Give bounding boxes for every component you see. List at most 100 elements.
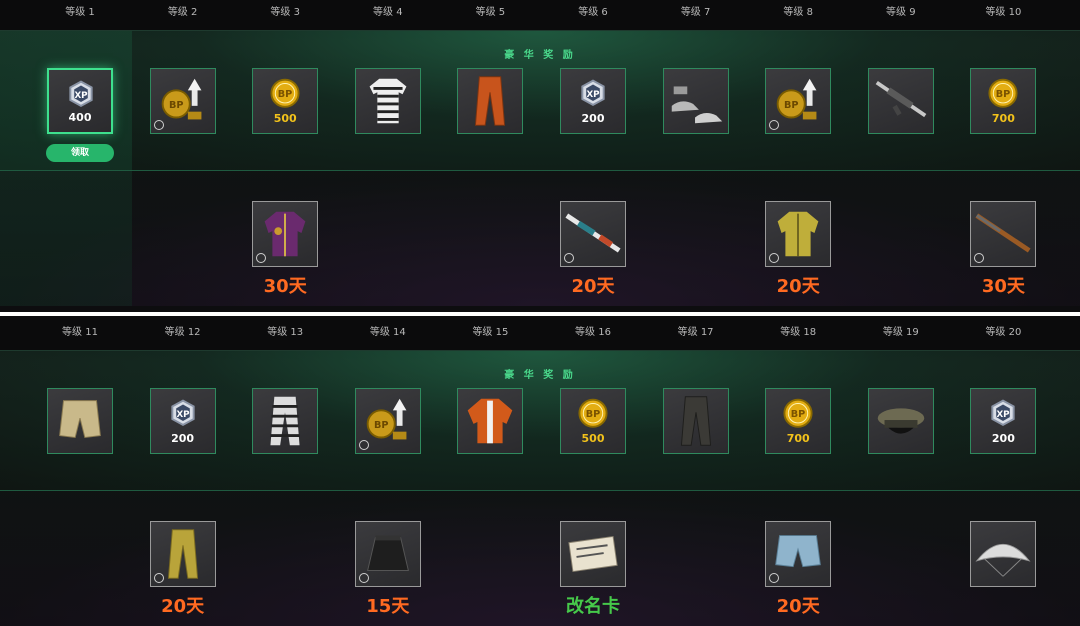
svg-text:XP: XP	[74, 91, 88, 101]
reward-amount: 500	[581, 432, 605, 445]
battle-pass-panel-1: 等级 1 等级 2 等级 3 等级 4 等级 5 等级 6 等级 7 等级 8 等级 9 等级 1…	[0, 0, 1080, 306]
svg-text:BP: BP	[374, 420, 388, 431]
svg-text:BP: BP	[586, 409, 600, 420]
duration-label: 15天	[366, 596, 410, 617]
timer-icon	[153, 573, 164, 583]
premium-reward-tile[interactable]: XP 200	[970, 388, 1037, 454]
timer-icon	[358, 573, 369, 583]
level-label: 等级 4	[373, 7, 403, 18]
level-label: 等级 9	[886, 7, 916, 18]
reward-amount: 700	[991, 112, 1015, 125]
premium-reward-tile[interactable]: XP 200	[560, 68, 626, 134]
timer-icon	[358, 440, 369, 450]
svg-text:XP: XP	[586, 90, 600, 100]
svg-text:BP: BP	[278, 89, 292, 100]
free-reward-tile[interactable]	[765, 201, 832, 267]
duration-label: 20天	[161, 596, 205, 617]
level-label: 等级 5	[475, 7, 506, 18]
duration-label: 20天	[571, 276, 615, 297]
reward-amount: 200	[171, 432, 195, 445]
parachute-icon	[975, 544, 1031, 577]
orange-jacket-icon	[468, 398, 513, 444]
duration-label: 改名卡	[566, 596, 620, 617]
premium-reward-tile[interactable]: XP 400	[47, 68, 113, 134]
level-label: 等级 2	[167, 7, 198, 18]
level-label: 等级 6	[578, 7, 608, 18]
free-reward-tile[interactable]	[560, 201, 626, 267]
reward-amount: 200	[581, 112, 605, 125]
duration-label: 20天	[776, 276, 820, 297]
free-reward-tile[interactable]	[354, 521, 421, 587]
free-reward-tile[interactable]	[970, 201, 1037, 267]
level-label: 等级 19	[882, 327, 919, 338]
level-label: 等级 16	[575, 327, 611, 338]
level-label: 等级 13	[267, 327, 304, 338]
reward-amount: 200	[991, 432, 1015, 445]
premium-reward-tile[interactable]	[457, 388, 524, 454]
free-reward-tile[interactable]	[765, 521, 832, 587]
svg-text:BP: BP	[169, 100, 183, 111]
level-label: 等级 18	[780, 327, 817, 338]
premium-reward-tile[interactable]: BP	[149, 68, 216, 134]
premium-reward-tile[interactable]	[867, 68, 934, 134]
officer-cap-icon	[877, 408, 925, 434]
timer-icon	[564, 253, 574, 263]
level-label: 等级 1	[65, 7, 95, 18]
reward-amount: 500	[273, 112, 297, 125]
premium-reward-tile[interactable]	[457, 68, 524, 134]
reward-amount: 400	[68, 111, 92, 124]
level-header: 等级 11 等级 12 等级 13 等级 14 等级 15 等级 16 等级 17 等级 18…	[0, 320, 1080, 351]
premium-reward-tile[interactable]	[662, 388, 729, 454]
free-reward-tile[interactable]	[970, 521, 1037, 587]
premium-reward-tile[interactable]: BP	[765, 68, 832, 134]
panel-divider	[0, 312, 1080, 316]
premium-reward-tile[interactable]	[47, 388, 113, 454]
sneakers-icon	[671, 86, 722, 124]
free-reward-tile[interactable]	[252, 201, 319, 267]
free-reward-row	[0, 171, 1080, 306]
svg-text:BP: BP	[784, 100, 798, 111]
level-label: 等级 17	[677, 327, 714, 338]
level-label: 等级 8	[783, 7, 813, 18]
level-label: 等级 12	[164, 327, 201, 338]
premium-reward-tile[interactable]: XP 200	[149, 388, 216, 454]
orange-pants-icon	[475, 76, 506, 126]
duration-label: 30天	[263, 276, 307, 297]
level-label: 等级 10	[985, 7, 1022, 18]
level-label: 等级 7	[680, 7, 711, 18]
premium-reward-tile[interactable]: BP 500	[252, 68, 319, 134]
level-label: 等级 14	[369, 327, 406, 338]
rename-card-icon	[568, 535, 618, 573]
premium-rewards-label: 豪 华 奖 励	[504, 370, 576, 381]
premium-reward-tile[interactable]: BP 700	[765, 388, 832, 454]
premium-reward-tile[interactable]	[252, 388, 319, 454]
rifle-icon	[875, 80, 927, 118]
xp-icon: XP	[69, 80, 93, 107]
level-header: 等级 1 等级 2 等级 3 等级 4 等级 5 等级 6 等级 7 等级 8 等级 9 等级 1…	[0, 0, 1080, 31]
premium-reward-tile[interactable]	[354, 68, 421, 134]
free-reward-tile[interactable]	[560, 521, 626, 587]
premium-reward-tile[interactable]: BP 500	[560, 388, 626, 454]
claim-button[interactable]: 领取	[46, 144, 114, 162]
striped-shirt-icon	[369, 78, 407, 124]
svg-text:XP: XP	[997, 410, 1011, 420]
reward-amount: 700	[786, 432, 810, 445]
free-reward-tile[interactable]	[149, 521, 216, 587]
svg-text:BP: BP	[996, 89, 1010, 100]
battle-pass-panel-2: 等级 11 等级 12 等级 13 等级 14 等级 15 等级 16 等级 17 等级 18…	[0, 320, 1080, 626]
premium-reward-tile[interactable]	[662, 68, 729, 134]
premium-reward-tile[interactable]: BP	[354, 388, 421, 454]
striped-pants-icon	[270, 396, 300, 446]
level-label: 等级 11	[62, 327, 98, 338]
level-label: 等级 15	[472, 327, 509, 338]
dark-pants-icon	[680, 396, 711, 446]
duration-label: 20天	[776, 596, 820, 617]
premium-reward-tile[interactable]: BP 700	[970, 68, 1037, 134]
premium-rewards-label: 豪 华 奖 励	[504, 50, 576, 61]
timer-icon	[153, 120, 164, 130]
level-label: 等级 20	[985, 327, 1022, 338]
level-label: 等级 3	[270, 7, 300, 18]
duration-label: 30天	[981, 276, 1025, 297]
premium-reward-tile[interactable]	[867, 388, 934, 454]
khaki-shorts-icon	[59, 400, 101, 439]
